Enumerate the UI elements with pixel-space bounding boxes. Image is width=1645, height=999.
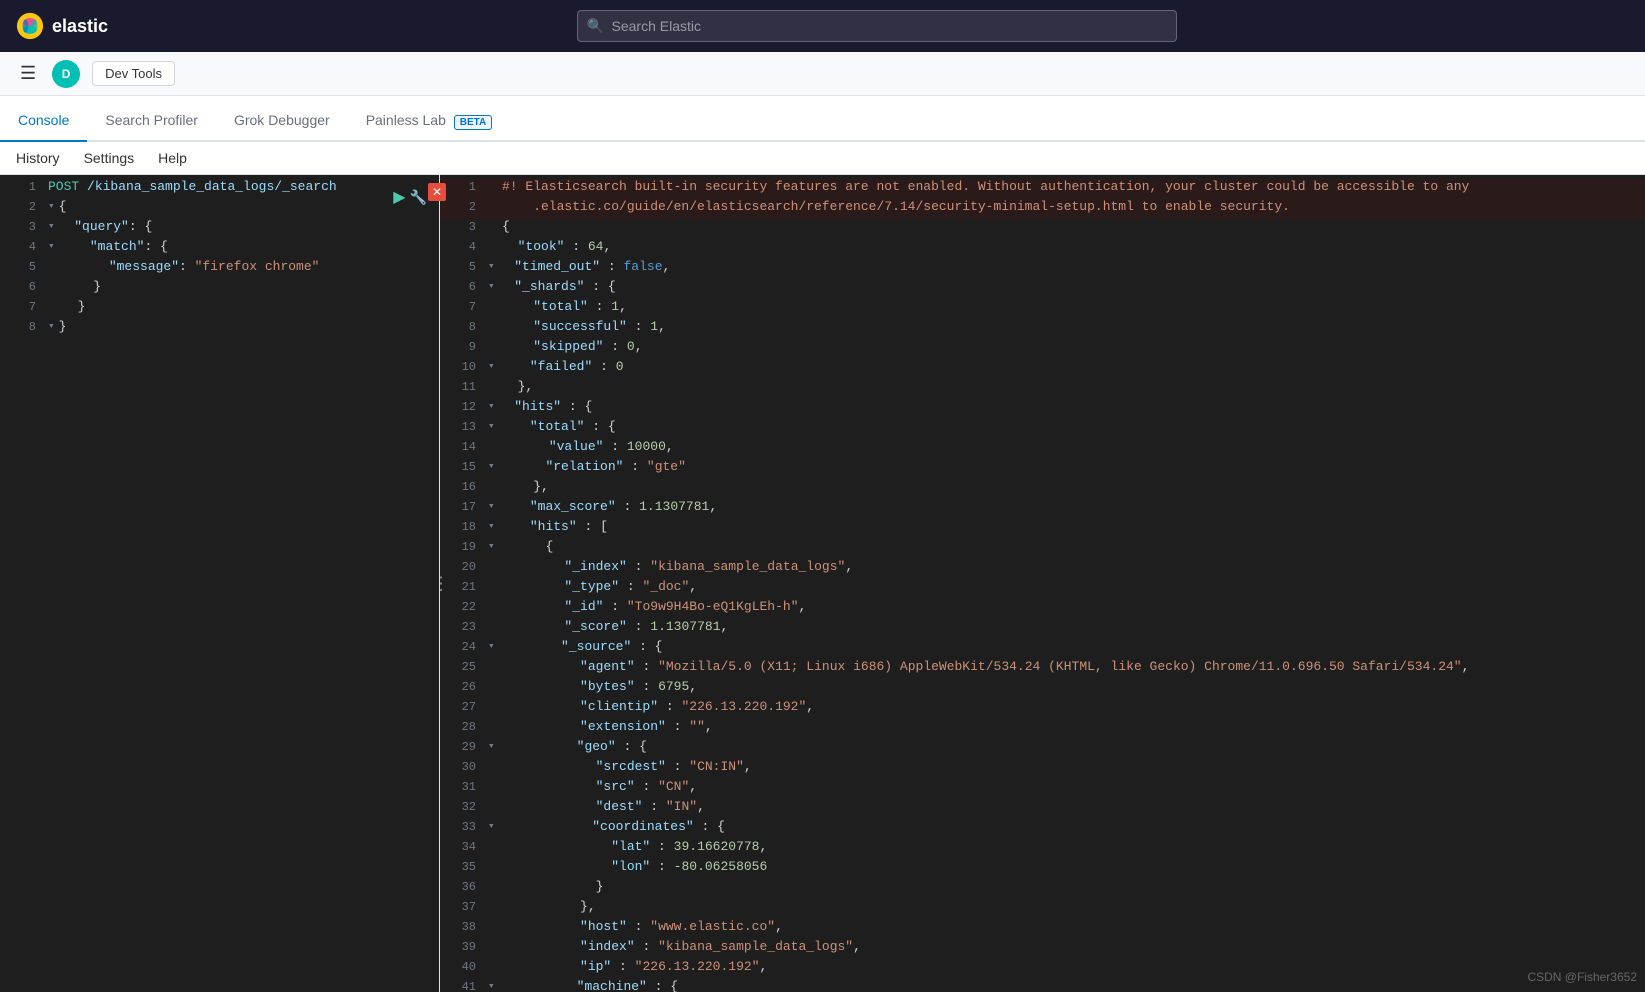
output-line: 33 ▾ "coordinates" : {	[440, 819, 1645, 839]
tab-painless-lab[interactable]: Painless Lab BETA	[348, 100, 511, 142]
output-line: 6 ▾ "_shards" : {	[440, 279, 1645, 299]
hamburger-menu-button[interactable]: ☰	[16, 59, 40, 88]
editor-line: 4 ▾ "match": {	[0, 239, 439, 259]
output-line: 7 "total" : 1,	[440, 299, 1645, 319]
output-line: 41 ▾ "machine" : {	[440, 979, 1645, 992]
output-line: 34 "lat" : 39.16620778,	[440, 839, 1645, 859]
output-line: 36 }	[440, 879, 1645, 899]
output-line: 10 ▾ "failed" : 0	[440, 359, 1645, 379]
run-button[interactable]: ▶	[393, 187, 405, 207]
output-line: 18 ▾ "hits" : [	[440, 519, 1645, 539]
top-navigation-bar: elastic 🔍	[0, 0, 1645, 52]
output-line: 14 "value" : 10000,	[440, 439, 1645, 459]
global-search-input[interactable]	[577, 10, 1177, 42]
elastic-logo-icon	[16, 12, 44, 40]
history-button[interactable]: History	[16, 150, 60, 166]
output-line: 32 "dest" : "IN",	[440, 799, 1645, 819]
tabs-bar: Console Search Profiler Grok Debugger Pa…	[0, 96, 1645, 142]
output-line: 26 "bytes" : 6795,	[440, 679, 1645, 699]
editor-actions: ▶ 🔧	[393, 187, 427, 207]
output-line: 22 "_id" : "To9w9H4Bo-eQ1KgLEh-h",	[440, 599, 1645, 619]
editor-line: 8 ▾ }	[0, 319, 439, 339]
output-line: 12 ▾ "hits" : {	[440, 399, 1645, 419]
editor-line: 7 }	[0, 299, 439, 319]
editor-line: 2 ▾ {	[0, 199, 439, 219]
output-line: 40 "ip" : "226.13.220.192",	[440, 959, 1645, 979]
editor-line: 1 POST /kibana_sample_data_logs/_search	[0, 179, 439, 199]
tab-console[interactable]: Console	[0, 100, 87, 142]
elastic-logo[interactable]: elastic	[16, 12, 108, 40]
help-button[interactable]: Help	[158, 150, 187, 166]
output-line: 11 },	[440, 379, 1645, 399]
output-line: 31 "src" : "CN",	[440, 779, 1645, 799]
output-line: 5 ▾ "timed_out" : false,	[440, 259, 1645, 279]
search-icon: 🔍	[587, 18, 604, 35]
output-panel[interactable]: 1 #! Elasticsearch built-in security fea…	[440, 175, 1645, 992]
output-line: 38 "host" : "www.elastic.co",	[440, 919, 1645, 939]
output-line: 13 ▾ "total" : {	[440, 419, 1645, 439]
output-line: 20 "_index" : "kibana_sample_data_logs",	[440, 559, 1645, 579]
tab-search-profiler[interactable]: Search Profiler	[87, 100, 216, 142]
output-line: 37 },	[440, 899, 1645, 919]
editor-content: 1 POST /kibana_sample_data_logs/_search …	[0, 175, 439, 343]
editor-line: 6 }	[0, 279, 439, 299]
output-content: 1 #! Elasticsearch built-in security fea…	[440, 175, 1645, 992]
settings-button[interactable]: Settings	[84, 150, 135, 166]
output-line: 27 "clientip" : "226.13.220.192",	[440, 699, 1645, 719]
output-line: 19 ▾ {	[440, 539, 1645, 559]
close-warning-button[interactable]: ✕	[428, 183, 446, 201]
editor-line: 5 "message": "firefox chrome"	[0, 259, 439, 279]
main-content: ▶ 🔧 1 POST /kibana_sample_data_logs/_sea…	[0, 175, 1645, 992]
output-line: 15 ▾ "relation" : "gte"	[440, 459, 1645, 479]
output-line: 29 ▾ "geo" : {	[440, 739, 1645, 759]
output-line: 24 ▾ "_source" : {	[440, 639, 1645, 659]
watermark: CSDN @Fisher3652	[1527, 970, 1637, 984]
sub-navigation-bar: ☰ D Dev Tools	[0, 52, 1645, 96]
toolbar: History Settings Help	[0, 142, 1645, 175]
beta-badge: BETA	[454, 115, 492, 130]
editor-panel[interactable]: ▶ 🔧 1 POST /kibana_sample_data_logs/_sea…	[0, 175, 440, 992]
logo-text: elastic	[52, 16, 108, 37]
global-search-wrapper: 🔍	[577, 10, 1177, 42]
output-line: 39 "index" : "kibana_sample_data_logs",	[440, 939, 1645, 959]
editor-line: 3 ▾ "query": {	[0, 219, 439, 239]
output-line: 23 "_score" : 1.1307781,	[440, 619, 1645, 639]
output-line: 25 "agent" : "Mozilla/5.0 (X11; Linux i6…	[440, 659, 1645, 679]
output-line: 17 ▾ "max_score" : 1.1307781,	[440, 499, 1645, 519]
output-line: 4 "took" : 64,	[440, 239, 1645, 259]
output-line: 8 "successful" : 1,	[440, 319, 1645, 339]
output-line: 21 "_type" : "_doc",	[440, 579, 1645, 599]
output-line: 3 {	[440, 219, 1645, 239]
dev-tools-button[interactable]: Dev Tools	[92, 61, 175, 86]
tab-grok-debugger[interactable]: Grok Debugger	[216, 100, 348, 142]
wrench-button[interactable]: 🔧	[410, 187, 427, 207]
output-line: 28 "extension" : "",	[440, 719, 1645, 739]
output-line: 1 #! Elasticsearch built-in security fea…	[440, 179, 1645, 199]
output-line: 16 },	[440, 479, 1645, 499]
output-line: 35 "lon" : -80.06258056	[440, 859, 1645, 879]
resize-handle[interactable]: ⋮	[432, 573, 450, 594]
output-line: 2 .elastic.co/guide/en/elasticsearch/ref…	[440, 199, 1645, 219]
user-avatar[interactable]: D	[52, 60, 80, 88]
output-line: 30 "srcdest" : "CN:IN",	[440, 759, 1645, 779]
output-line: 9 "skipped" : 0,	[440, 339, 1645, 359]
